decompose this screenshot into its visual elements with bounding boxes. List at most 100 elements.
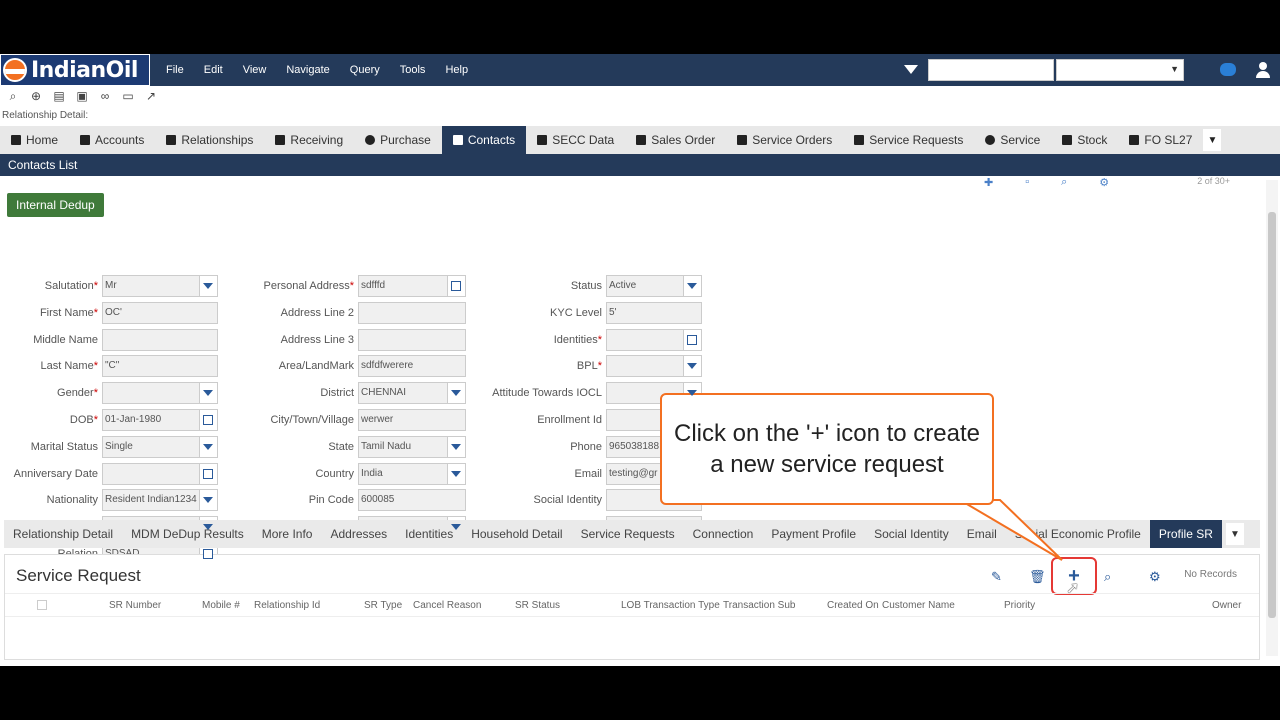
clipboard-icon[interactable]: ▤ <box>52 89 66 103</box>
field-input[interactable]: 600085 <box>358 489 466 512</box>
query-icon[interactable]: ⌕ <box>1061 176 1067 189</box>
chevron-down-icon[interactable] <box>451 470 461 477</box>
copy-icon[interactable]: ▣ <box>75 89 89 103</box>
picker-icon[interactable] <box>203 549 213 559</box>
chevron-down-icon[interactable] <box>203 283 213 289</box>
view-tab[interactable]: Addresses <box>321 520 396 548</box>
col-transaction-sub[interactable]: Transaction Sub <box>723 600 795 611</box>
field-input[interactable] <box>102 382 218 405</box>
chat-icon[interactable] <box>1220 63 1236 76</box>
col-owner[interactable]: Owner <box>1212 600 1241 611</box>
tab-accounts[interactable]: Accounts <box>69 126 155 154</box>
dropdown-caret-icon[interactable] <box>904 65 918 74</box>
search-input[interactable] <box>928 59 1054 81</box>
tab-service[interactable]: Service <box>974 126 1051 154</box>
tab-purchase[interactable]: Purchase <box>354 126 442 154</box>
col-mobile[interactable]: Mobile # <box>202 600 240 611</box>
field-input[interactable]: Active <box>606 275 702 297</box>
contacts-list-bar[interactable]: Contacts List <box>0 154 1280 176</box>
more-tabs-chevron-down-icon[interactable]: ▼ <box>1203 129 1222 151</box>
select-all-checkbox[interactable] <box>37 600 47 610</box>
tab-sales-order[interactable]: Sales Order <box>625 126 726 154</box>
chevron-down-icon[interactable] <box>451 390 461 397</box>
field-input[interactable]: sdfdfwerere <box>358 355 466 378</box>
field-input[interactable]: sdfffd <box>358 275 466 297</box>
picker-icon[interactable] <box>203 468 213 479</box>
chevron-down-icon[interactable] <box>451 443 461 450</box>
field-input[interactable]: OC' <box>102 301 218 324</box>
gear-icon[interactable]: ⚙ <box>1149 569 1161 585</box>
user-icon[interactable] <box>1256 62 1270 78</box>
view-tab[interactable]: Social Identity <box>865 520 958 548</box>
chevron-down-icon[interactable] <box>687 283 697 289</box>
view-tab[interactable]: Household Detail <box>462 520 571 548</box>
search-icon[interactable]: ⌕ <box>1104 569 1111 585</box>
picker-icon[interactable] <box>451 281 461 291</box>
gear-icon[interactable]: ⚙ <box>1099 176 1109 189</box>
view-tab[interactable]: Email <box>958 520 1006 548</box>
chevron-down-icon[interactable] <box>203 497 213 504</box>
menu-tools[interactable]: Tools <box>400 64 426 76</box>
search-scope-select[interactable] <box>1056 59 1184 81</box>
chevron-down-icon[interactable] <box>203 443 213 450</box>
field-input[interactable]: Tamil Nadu <box>358 435 466 458</box>
more-views-chevron-down-icon[interactable]: ▼ <box>1225 523 1244 545</box>
col-sr-number[interactable]: SR Number <box>109 600 161 611</box>
col-customer-name[interactable]: Customer Name <box>882 600 955 611</box>
field-input[interactable]: Mr <box>102 275 218 297</box>
tab-contacts[interactable]: Contacts <box>441 126 527 154</box>
col-created-on[interactable]: Created On <box>827 600 879 611</box>
field-input[interactable]: CHENNAI <box>358 382 466 405</box>
field-input[interactable]: "C" <box>102 355 218 378</box>
field-input[interactable]: werwer <box>358 409 466 431</box>
picker-icon[interactable] <box>687 334 697 345</box>
note-icon[interactable]: ▭ <box>121 89 135 103</box>
search-icon[interactable]: ⌕ <box>6 89 20 103</box>
field-input[interactable] <box>102 328 218 351</box>
forward-icon[interactable]: ⊕ <box>29 89 43 103</box>
chevron-down-icon[interactable] <box>687 390 697 397</box>
menu-file[interactable]: File <box>166 64 184 76</box>
add-icon[interactable]: ✚ <box>984 176 993 189</box>
view-tab[interactable]: MDM DeDup Results <box>122 520 253 548</box>
tab-service-requests[interactable]: Service Requests <box>843 126 974 154</box>
col-sr-type[interactable]: SR Type <box>364 600 402 611</box>
tab-home[interactable]: Home <box>0 126 69 154</box>
tab-relationships[interactable]: Relationships <box>155 126 264 154</box>
view-tab[interactable]: Service Requests <box>572 520 684 548</box>
menu-help[interactable]: Help <box>445 64 468 76</box>
trash-icon[interactable]: 🗑 <box>1029 569 1046 585</box>
view-tab[interactable]: Profile SR <box>1149 520 1222 548</box>
chart-icon[interactable]: ↗ <box>144 89 158 103</box>
delete-icon[interactable]: ▫ <box>1025 176 1029 189</box>
col-relationship-id[interactable]: Relationship Id <box>254 600 320 611</box>
link-icon[interactable]: ∞ <box>98 89 112 103</box>
chevron-down-icon[interactable] <box>451 524 461 531</box>
chevron-down-icon[interactable] <box>687 363 697 370</box>
view-tab[interactable]: Social Economic Profile <box>1006 520 1150 548</box>
col-lob-transaction-type[interactable]: LOB Transaction Type <box>621 600 720 611</box>
field-input[interactable]: 5' <box>606 301 702 324</box>
field-input[interactable]: Resident Indian1234 <box>102 489 218 512</box>
menu-navigate[interactable]: Navigate <box>286 64 329 76</box>
tab-fo-sl27[interactable]: FO SL27 <box>1118 126 1203 154</box>
menu-edit[interactable]: Edit <box>204 64 223 76</box>
field-input[interactable] <box>358 328 466 351</box>
tab-service-orders[interactable]: Service Orders <box>726 126 843 154</box>
col-sr-status[interactable]: SR Status <box>515 600 560 611</box>
view-tab[interactable]: Payment Profile <box>762 520 865 548</box>
internal-dedup-button[interactable]: Internal Dedup <box>7 193 104 217</box>
view-tab[interactable]: Connection <box>684 520 763 548</box>
field-input[interactable]: Single <box>102 435 218 458</box>
field-input[interactable] <box>606 355 702 378</box>
chevron-down-icon[interactable] <box>203 390 213 397</box>
page-scrollbar[interactable] <box>1266 180 1278 656</box>
view-tab[interactable]: Relationship Detail <box>4 520 122 548</box>
menu-view[interactable]: View <box>243 64 267 76</box>
field-input[interactable] <box>606 328 702 351</box>
col-priority[interactable]: Priority <box>1004 600 1035 611</box>
picker-icon[interactable] <box>203 415 213 425</box>
view-tab[interactable]: More Info <box>253 520 322 548</box>
tab-receiving[interactable]: Receiving <box>264 126 354 154</box>
chevron-down-icon[interactable] <box>203 524 213 531</box>
